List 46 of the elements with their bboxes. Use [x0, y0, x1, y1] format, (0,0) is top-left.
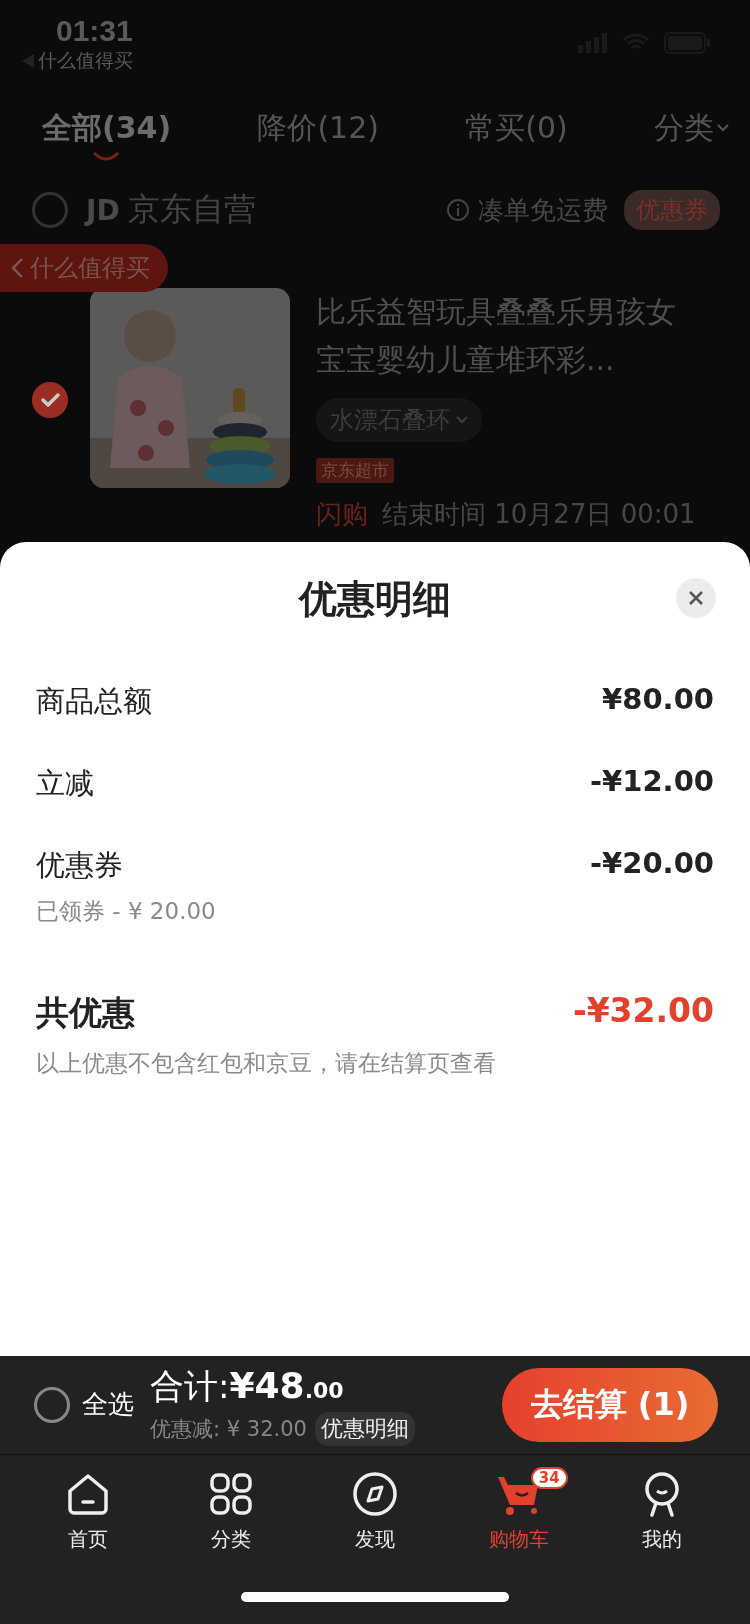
row-note: 已领券 - ¥ 20.00 [36, 897, 216, 926]
tab-indicator-icon [92, 150, 120, 161]
filter-tab[interactable]: 降价(12) [257, 107, 379, 163]
row-amount: ¥80.00 [602, 682, 714, 716]
store-checkbox[interactable] [32, 192, 68, 228]
total-label: 共优惠 [36, 992, 135, 1034]
row-label: 优惠券 [36, 847, 124, 884]
filter-tab[interactable]: 全部(34) [42, 107, 172, 163]
flash-sale-label: 闪购 [316, 498, 368, 531]
total-amount: -¥32.00 [572, 991, 714, 1032]
store-name[interactable]: 京东自营 [127, 188, 256, 232]
nav-tab[interactable]: 首页 [16, 1471, 160, 1553]
count-badge: 34 [530, 1467, 568, 1489]
nav-tab[interactable]: 我的 [590, 1471, 734, 1553]
back-app-link[interactable]: 什么值得买 [38, 48, 133, 74]
back-triangle-icon[interactable] [22, 54, 34, 68]
checkout-button[interactable]: 去结算 (1) [502, 1367, 718, 1442]
grid-icon [208, 1471, 255, 1517]
note-text: 以上优惠不包含红包和京豆，请在结算页查看 [36, 1049, 497, 1078]
status-time: 01:31 [56, 14, 133, 48]
discount-detail-button[interactable]: 优惠明细 [314, 1411, 415, 1446]
back-to-app-button[interactable]: 什么值得买 [0, 244, 168, 292]
sheet-title: 优惠明细 [299, 575, 451, 623]
close-icon [688, 590, 704, 606]
product-checkbox[interactable] [32, 382, 68, 418]
discount-text: 优惠减: ¥ 32.00 [150, 1415, 307, 1443]
row-amount: -¥12.00 [590, 764, 714, 798]
row-amount: -¥20.00 [590, 846, 714, 880]
caret-icon [456, 416, 468, 424]
category-dropdown[interactable]: 分类 [653, 107, 730, 163]
row-label: 商品总额 [36, 683, 152, 720]
filter-tab[interactable]: 常买(0) [465, 107, 568, 163]
row-label: 立减 [36, 765, 94, 802]
total-price: 合计:¥48.00 [150, 1363, 345, 1408]
close-button[interactable] [676, 578, 716, 618]
store-logo: JD [86, 193, 120, 227]
free-shipping-text: 凑单免运费 [478, 193, 608, 227]
chevron-left-icon [10, 257, 24, 279]
product-title[interactable]: 比乐益智玩具叠叠乐男孩女宝宝婴幼儿童堆环彩... [316, 288, 688, 384]
compass-icon [352, 1471, 398, 1517]
info-icon [446, 198, 470, 222]
nav-tab[interactable]: 发现 [303, 1471, 447, 1553]
end-time-text: 结束时间 10月27日 00:01 [382, 498, 696, 531]
caret-icon [715, 123, 730, 133]
select-all-toggle[interactable]: 全选 [34, 1386, 134, 1423]
nav-tab[interactable]: 分类 [159, 1471, 304, 1553]
